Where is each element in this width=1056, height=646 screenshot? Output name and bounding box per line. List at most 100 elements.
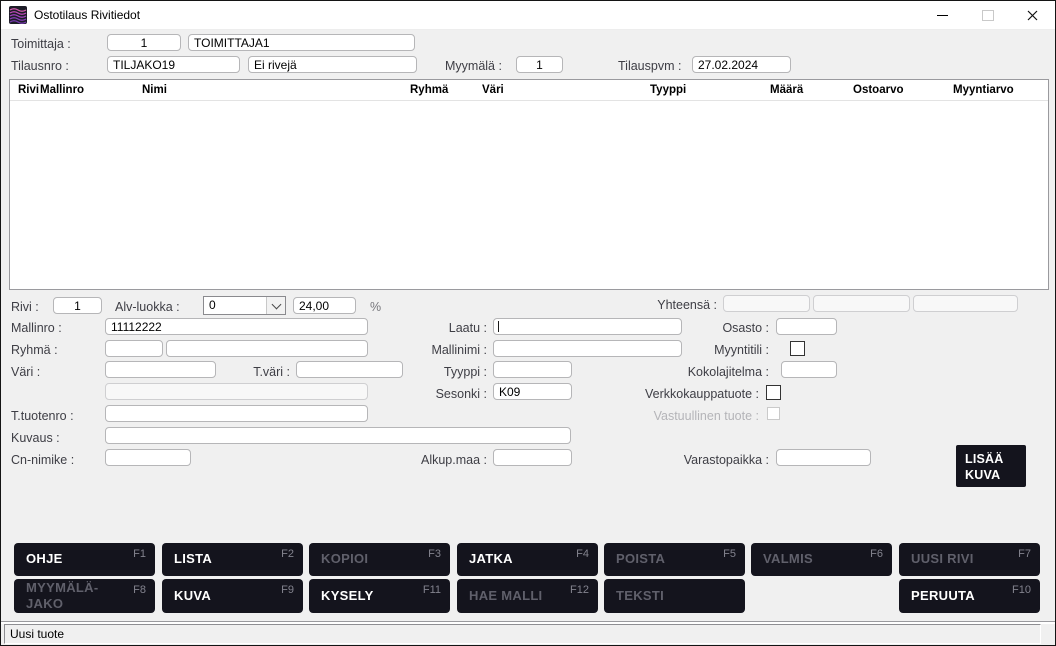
col-mallinro: Mallinro — [40, 84, 84, 96]
chevron-down-icon — [271, 299, 281, 309]
myyntitili-checkbox[interactable] — [790, 341, 805, 356]
ryhma-name-field[interactable] — [166, 340, 368, 357]
tvari-label: T.väri : — [230, 365, 290, 379]
tvari-field[interactable] — [296, 361, 403, 378]
minimize-button[interactable] — [921, 1, 963, 29]
col-rivi: Rivi — [18, 84, 39, 96]
col-myyntiarvo: Myyntiarvo — [953, 84, 1014, 96]
vari-label: Väri : — [11, 365, 40, 379]
yhteensa-field-1 — [723, 295, 810, 312]
laatu-field[interactable] — [493, 318, 682, 335]
dropdown-arrow-button[interactable] — [266, 297, 285, 314]
vari-name-field — [105, 383, 368, 400]
rivi-field[interactable] — [53, 297, 102, 314]
lisaa-kuva-button[interactable]: LISÄÄ KUVA — [956, 445, 1026, 487]
kokolajitelma-field[interactable] — [781, 361, 837, 378]
alv-luokka-dropdown[interactable]: 0 — [203, 296, 286, 315]
laatu-label: Laatu : — [407, 321, 487, 335]
poista-button: POISTA F5 — [604, 543, 745, 576]
yhteensa-label: Yhteensä : — [617, 298, 717, 312]
col-ryhma: Ryhmä — [410, 84, 448, 96]
cn-nimike-label: Cn-nimike : — [11, 453, 74, 467]
yhteensa-field-2 — [813, 295, 910, 312]
myyntitili-label: Myyntitili : — [669, 343, 769, 357]
kokolajitelma-label: Kokolajitelma : — [649, 365, 769, 379]
ryhma-code-field[interactable] — [105, 340, 163, 357]
col-ostoarvo: Ostoarvo — [853, 84, 904, 96]
tilauspvm-field[interactable] — [692, 56, 791, 73]
teksti-button: TEKSTI — [604, 579, 745, 613]
cn-nimike-field[interactable] — [105, 449, 191, 466]
verkkokauppatuote-label: Verkkokauppatuote : — [609, 387, 759, 401]
vastuullinen-tuote-label: Vastuullinen tuote : — [619, 409, 759, 423]
kysely-button[interactable]: KYSELY F11 — [309, 579, 450, 613]
kopioi-button: KOPIOI F3 — [309, 543, 450, 576]
fkey-badge: F11 — [423, 584, 441, 596]
maximize-icon — [982, 10, 994, 21]
toimittaja-name-field[interactable] — [188, 34, 415, 51]
fkey-badge: F5 — [723, 548, 736, 560]
alv-luokka-label: Alv-luokka : — [115, 300, 180, 314]
varastopaikka-field[interactable] — [776, 449, 871, 466]
rivit-status-field[interactable] — [248, 56, 417, 73]
col-tyyppi: Tyyppi — [650, 84, 686, 96]
vari-field[interactable] — [105, 361, 216, 378]
close-icon — [1027, 10, 1038, 21]
hae-malli-button: HAE MALLI F12 — [457, 579, 598, 613]
fkey-badge: F7 — [1018, 548, 1031, 560]
alv-luokka-value: 0 — [204, 297, 266, 314]
window-title: Ostotilaus Rivitiedot — [34, 8, 140, 22]
kuvaus-field[interactable] — [105, 427, 571, 444]
tyyppi-field[interactable] — [493, 361, 572, 378]
osasto-label: Osasto : — [689, 321, 769, 335]
lisaa-kuva-label: LISÄÄ KUVA — [965, 451, 1017, 484]
tilausnro-field[interactable] — [107, 56, 240, 73]
percent-label: % — [370, 300, 381, 314]
tyyppi-label: Tyyppi : — [407, 365, 487, 379]
rivi-label: Rivi : — [11, 300, 39, 314]
ohje-button[interactable]: OHJE F1 — [14, 543, 155, 576]
kuva-button[interactable]: KUVA F9 — [162, 579, 303, 613]
mallinro-label: Mallinro : — [11, 321, 62, 335]
order-rows-table[interactable]: Rivi Mallinro Nimi Ryhmä Väri Tyyppi Mää… — [9, 79, 1049, 290]
alkup-maa-field[interactable] — [493, 449, 572, 466]
peruuta-button[interactable]: PERUUTA F10 — [899, 579, 1040, 613]
toimittaja-code-field[interactable] — [107, 34, 181, 51]
sesonki-label: Sesonki : — [407, 387, 487, 401]
minimize-icon — [937, 15, 948, 16]
title-bar: Ostotilaus Rivitiedot — [1, 1, 1055, 30]
mallinro-field[interactable] — [105, 318, 368, 335]
fkey-badge: F4 — [576, 548, 589, 560]
myymala-jako-button: MYYMÄLÄ-JAKO F8 — [14, 579, 155, 613]
alkup-maa-label: Alkup.maa : — [407, 453, 487, 467]
fkey-badge: F3 — [428, 548, 441, 560]
fkey-badge: F1 — [133, 548, 146, 560]
maximize-button[interactable] — [967, 1, 1009, 29]
tilauspvm-label: Tilauspvm : — [618, 59, 681, 73]
close-button[interactable] — [1011, 1, 1053, 29]
app-window: Ostotilaus Rivitiedot Toimittaja : Tilau… — [0, 0, 1056, 646]
myymala-field[interactable] — [516, 56, 563, 73]
yhteensa-field-3 — [913, 295, 1018, 312]
col-maara: Määrä — [770, 84, 803, 96]
ryhma-label: Ryhmä : — [11, 343, 58, 357]
kuvaus-label: Kuvaus : — [11, 431, 60, 445]
app-logo-icon — [9, 6, 27, 24]
jatka-button[interactable]: JATKA F4 — [457, 543, 598, 576]
col-nimi: Nimi — [142, 84, 167, 96]
alv-prosentti-field[interactable] — [293, 297, 356, 314]
myymala-label: Myymälä : — [445, 59, 502, 73]
uusi-rivi-button: UUSI RIVI F7 — [899, 543, 1040, 576]
text-cursor — [498, 321, 499, 332]
t-tuotenro-label: T.tuotenro : — [11, 409, 74, 423]
table-header-row: Rivi Mallinro Nimi Ryhmä Väri Tyyppi Mää… — [10, 80, 1048, 101]
varastopaikka-label: Varastopaikka : — [649, 453, 769, 467]
verkkokauppatuote-checkbox[interactable] — [766, 385, 781, 400]
osasto-field[interactable] — [776, 318, 837, 335]
sesonki-field[interactable] — [493, 383, 572, 400]
fkey-badge: F10 — [1012, 584, 1031, 596]
mallinimi-field[interactable] — [493, 340, 682, 357]
t-tuotenro-field[interactable] — [105, 405, 368, 422]
lista-button[interactable]: LISTA F2 — [162, 543, 303, 576]
fkey-badge: F8 — [133, 584, 146, 596]
